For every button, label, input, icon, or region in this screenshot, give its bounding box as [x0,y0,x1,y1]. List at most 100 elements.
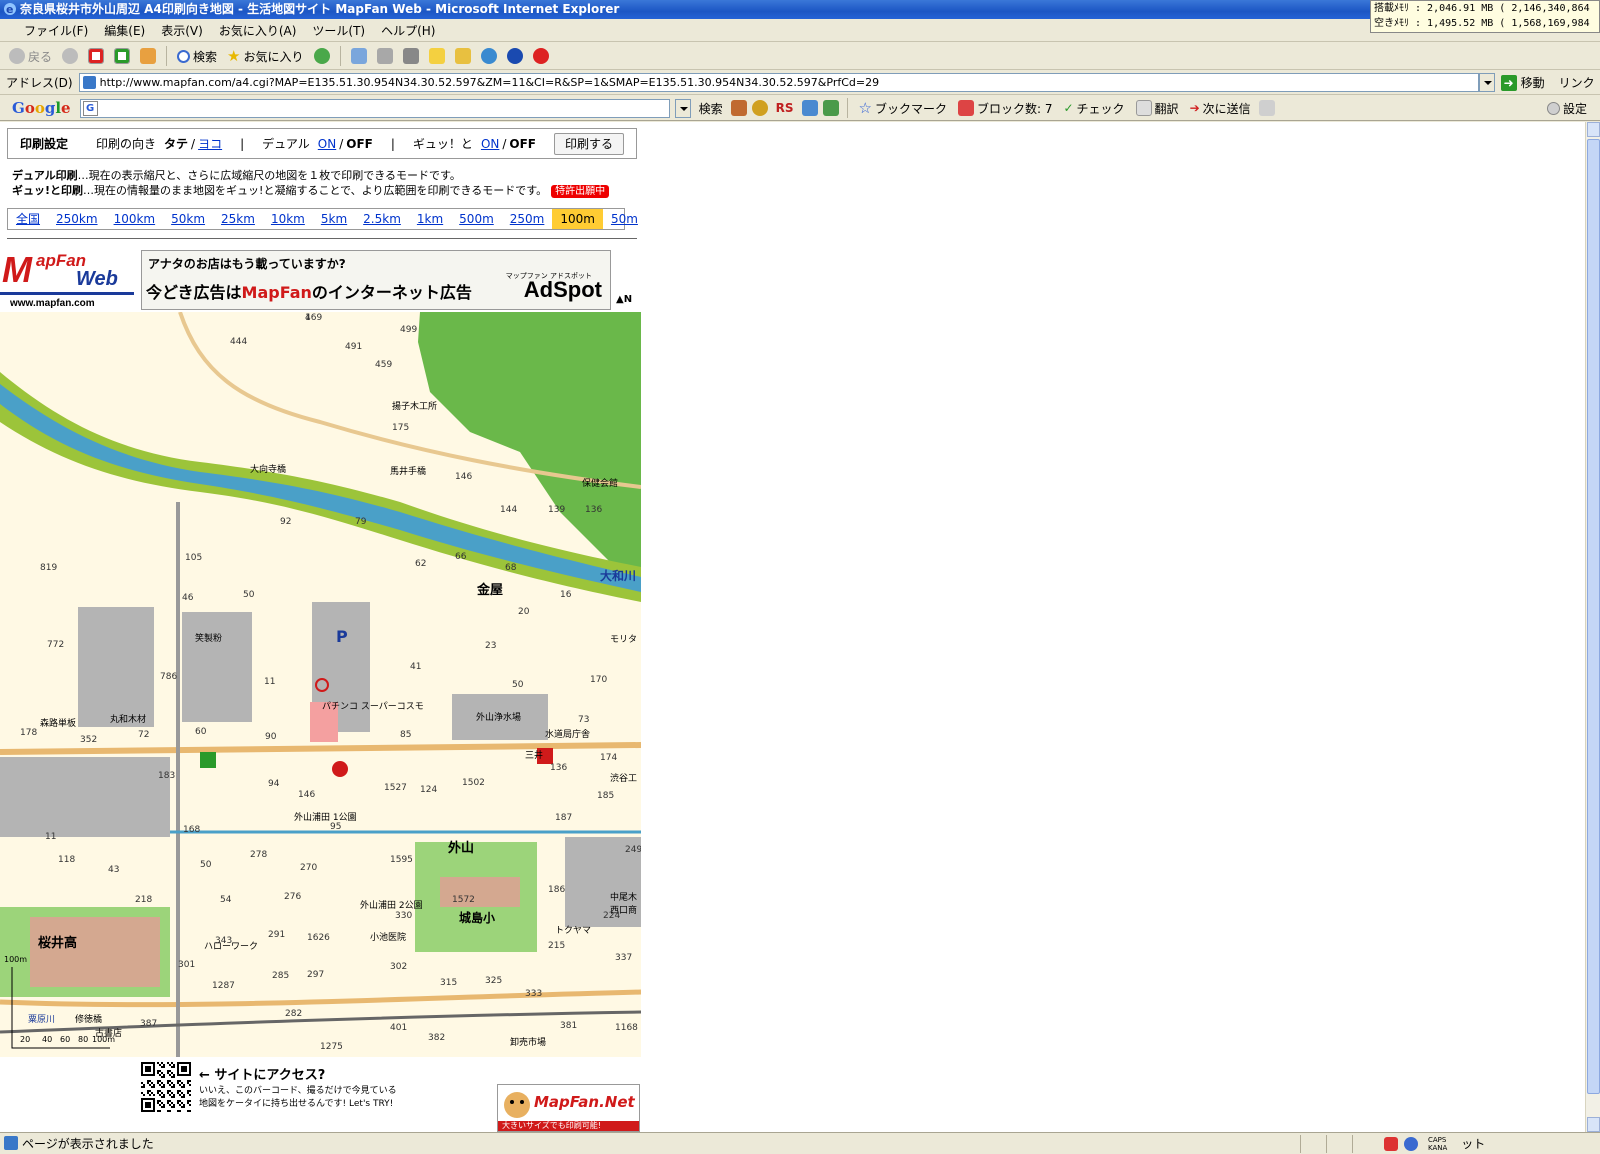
go-button[interactable]: ➜ 移動 [1500,74,1545,91]
back-button[interactable]: 戻る [6,45,55,67]
star-icon: ★ [227,47,241,65]
scale-option[interactable]: 50m [603,209,646,229]
share-icon[interactable] [801,100,818,116]
research-button[interactable] [452,45,474,67]
qr-cell [153,1070,155,1072]
scale-option[interactable]: 1km [409,209,451,229]
history-icon [313,48,330,64]
qr-cell [147,1110,149,1112]
spellcheck-button[interactable]: ✓ チェック [1060,97,1127,119]
links-button[interactable]: リンク [1559,74,1595,91]
menu-favorites[interactable]: お気に入り(A) [211,21,305,41]
scale-option[interactable]: 250km [48,209,106,229]
google-search-input[interactable]: G [79,98,670,118]
scale-option[interactable]: 2.5km [355,209,409,229]
scroll-down-button[interactable] [1587,1117,1600,1132]
street-map[interactable]: 金屋 外山 大和川 桜井高 城島小 大向寺橋 馬井手橋 P パチンコ スーパーコ… [0,312,641,1057]
qr-cell [159,1074,161,1076]
google-search-dropdown[interactable] [674,98,691,118]
scale-option[interactable]: 50km [163,209,213,229]
scale-option[interactable]: 10km [263,209,313,229]
bookmarks-button[interactable]: ☆ ブックマーク [856,97,950,119]
mapfan-net-banner[interactable]: MapFan.Net 大きいサイズでも印刷可能! [497,1084,640,1132]
google-logo[interactable]: Google [12,99,71,117]
refresh-button[interactable] [111,45,133,67]
send-to-button[interactable]: ➔ 次に送信 [1187,97,1254,119]
school-building [30,917,160,987]
mail-button[interactable] [348,45,370,67]
java-icon[interactable] [1384,1136,1398,1151]
vertical-scrollbar[interactable] [1585,122,1600,1132]
scale-option[interactable]: 500m [451,209,502,229]
forward-button[interactable] [59,45,81,67]
puzzle-icon[interactable] [822,100,839,116]
translate-button[interactable]: 翻訳 [1133,97,1182,119]
popup-blocker-button[interactable]: ブロック数: 7 [955,97,1056,119]
scale-option[interactable]: 25km [213,209,263,229]
qr-cell [177,1068,179,1070]
menu-help[interactable]: ヘルプ(H) [373,21,443,41]
compass-icon[interactable] [751,100,768,116]
qr-cell [149,1066,151,1068]
scale-option[interactable]: 5km [313,209,355,229]
address-number: 387 [140,1019,157,1029]
google-settings-button[interactable]: 設定 [1544,97,1590,119]
scale-option[interactable]: 250m [502,209,553,229]
help-icon[interactable] [1404,1136,1418,1151]
scale-option[interactable]: 全国 [8,209,48,229]
messenger-button[interactable] [478,45,500,67]
qr-cell [187,1080,189,1082]
address-dropdown-button[interactable] [1478,73,1495,92]
toolbar-separator [846,98,848,118]
scroll-thumb[interactable] [1587,139,1600,1094]
scale-option[interactable]: 100m [552,209,603,229]
rs-button[interactable]: RS [773,97,797,119]
check-icon: ✓ [1063,101,1074,115]
qr-code-image[interactable] [141,1062,191,1112]
menu-view[interactable]: 表示(V) [153,21,211,41]
addon-button[interactable] [530,45,552,67]
home-button[interactable] [137,45,159,67]
orientation-landscape-link[interactable]: ヨコ [198,135,222,152]
address-number: 136 [550,763,567,773]
address-number: 50 [200,860,212,870]
qr-cell [177,1110,179,1112]
adspot-ad-banner[interactable]: アナタのお店はもう載っていますか? 今どき広告はMapFanのインターネット広告… [141,250,611,310]
menu-tools[interactable]: ツール(T) [304,21,373,41]
favorites-button[interactable]: ★ お気に入り [224,45,306,67]
dual-on-link[interactable]: ON [318,137,336,151]
bluetooth-button[interactable] [504,45,526,67]
menu-edit[interactable]: 編集(E) [96,21,153,41]
address-number: 1 [305,313,311,323]
qr-cell [171,1062,173,1064]
qr-cell [145,1062,147,1064]
mapfan-web-logo[interactable]: M apFan Web www.mapfan.com [0,248,134,310]
google-search-button[interactable]: 検索 [696,97,726,119]
circle-k-icon[interactable] [332,761,348,777]
ad-adspot-logo: AdSpot [523,277,602,302]
stop-button[interactable] [85,45,107,67]
address-number: 43 [108,865,119,875]
scroll-up-button[interactable] [1587,122,1600,137]
menu-file[interactable]: ファイル(F) [16,21,96,41]
print-button[interactable]: 印刷する [553,133,624,155]
search-button[interactable]: 検索 [174,45,220,67]
address-input[interactable]: http://www.mapfan.com/a4.cgi?MAP=E135.51… [78,73,1479,92]
print-button[interactable] [374,45,396,67]
news-icon[interactable] [730,100,747,116]
edit-button[interactable] [400,45,422,67]
seven-eleven-icon[interactable] [200,752,216,768]
address-number: 50 [243,590,255,600]
discuss-button[interactable] [426,45,448,67]
scale-option[interactable]: 100km [106,209,164,229]
qr-cell [183,1094,185,1096]
status-bar: ページが表示されました CAPS KANA ット [0,1132,1600,1154]
qr-cell [177,1082,179,1084]
gyutto-on-link[interactable]: ON [481,137,499,151]
qr-cell [163,1074,165,1076]
address-number: 330 [395,911,412,921]
pencil-icon[interactable] [1258,100,1275,116]
qr-cell [163,1096,165,1098]
scale-selector: 全国 250km 100km 50km 25km 10km 5km 2.5km 1km 500m 2… [7,208,638,230]
history-button[interactable] [311,45,333,67]
